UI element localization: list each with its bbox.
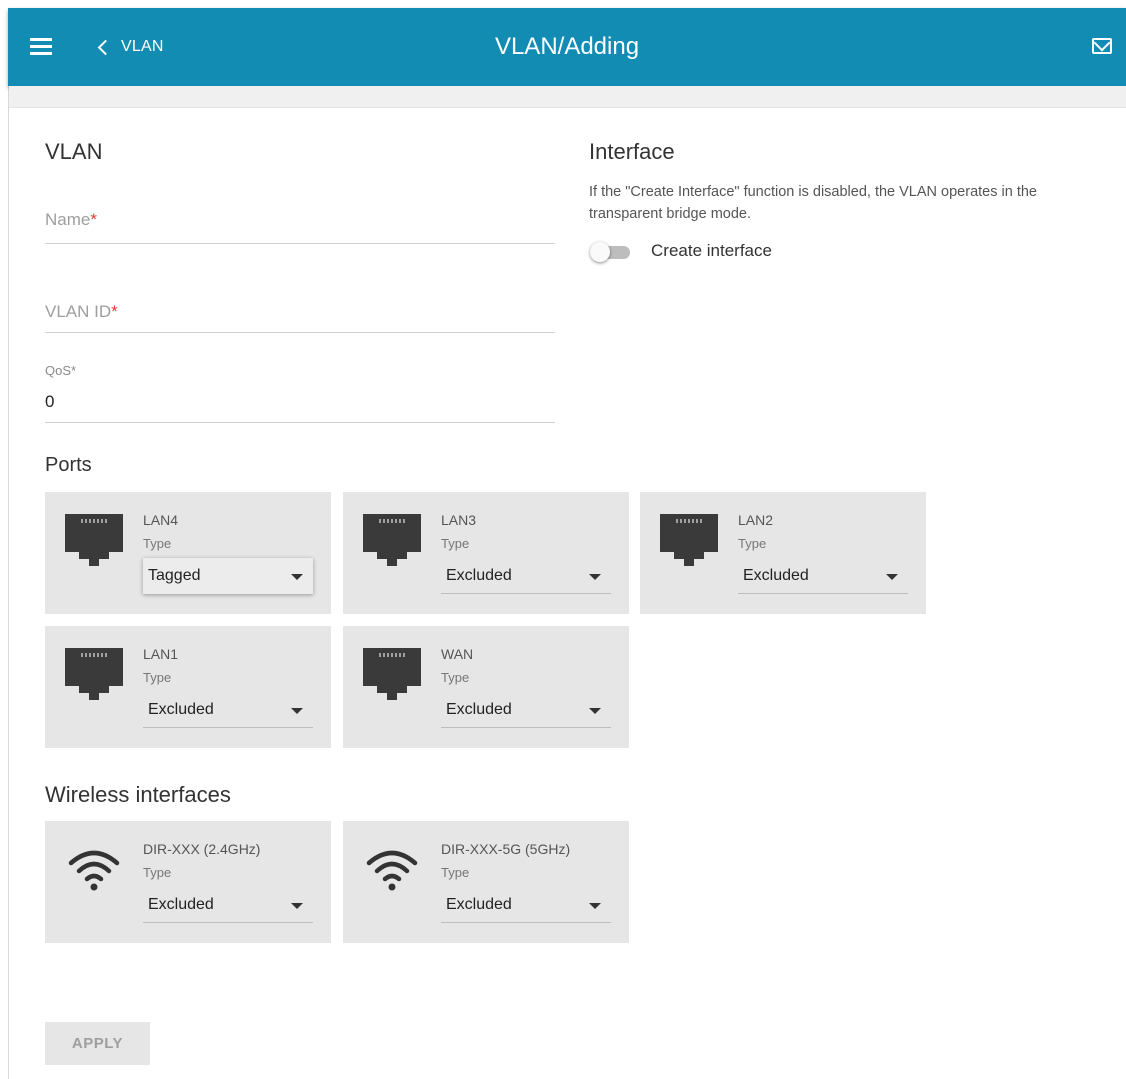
select-value: Excluded — [446, 701, 512, 718]
select-value: Tagged — [148, 567, 201, 584]
vlan-id-field[interactable]: VLAN ID* — [45, 302, 555, 333]
port-type-label: Type — [441, 536, 470, 551]
wireless-type-select[interactable]: Excluded — [441, 887, 611, 923]
port-type-select[interactable]: Excluded — [143, 692, 313, 728]
wireless-section-title: Wireless interfaces — [45, 782, 231, 807]
header-shadow-strip — [9, 86, 1126, 108]
page-title: VLAN/Adding — [494, 33, 640, 60]
wifi-icon — [68, 850, 120, 891]
port-name: LAN2 — [738, 512, 774, 528]
dropdown-arrow-icon — [589, 903, 601, 909]
select-value: Excluded — [446, 896, 512, 913]
create-interface-toggle[interactable] — [590, 242, 632, 262]
select-value: Excluded — [446, 567, 512, 584]
qos-value: 0 — [45, 392, 55, 411]
name-field[interactable]: Name* — [45, 210, 555, 244]
wireless-type-label: Type — [143, 865, 172, 880]
port-name: WAN — [441, 646, 474, 662]
select-value: Excluded — [148, 701, 214, 718]
name-field-label: Name — [45, 210, 91, 229]
apply-button[interactable]: APPLY — [45, 1022, 150, 1065]
select-value: Excluded — [148, 896, 214, 913]
toggle-knob — [590, 242, 610, 262]
ethernet-port-icon — [65, 514, 123, 566]
vlan-section-title: VLAN — [45, 139, 103, 164]
dropdown-arrow-icon — [886, 574, 898, 580]
interface-section-title: Interface — [589, 139, 675, 164]
qos-field-label: QoS — [45, 363, 72, 378]
port-card-lan2: LAN2 Type Excluded — [640, 492, 926, 614]
ethernet-port-icon — [65, 648, 123, 700]
port-type-label: Type — [143, 536, 172, 551]
required-mark: * — [71, 363, 77, 378]
wireless-type-select[interactable]: Excluded — [143, 887, 313, 923]
ethernet-port-icon — [363, 648, 421, 700]
dropdown-arrow-icon — [589, 708, 601, 714]
port-type-label: Type — [143, 670, 172, 685]
port-type-label: Type — [738, 536, 767, 551]
port-type-select[interactable]: Excluded — [441, 558, 611, 594]
dropdown-arrow-icon — [291, 574, 303, 580]
wireless-card-2-4ghz: DIR-XXX (2.4GHz) Type Excluded — [45, 821, 331, 943]
ports-section-title: Ports — [45, 454, 92, 476]
select-value: Excluded — [743, 567, 809, 584]
wireless-name: DIR-XXX (2.4GHz) — [143, 841, 261, 857]
interface-description: If the "Create Interface" function is di… — [589, 184, 1037, 222]
required-mark: * — [90, 210, 97, 229]
port-card-wan: WAN Type Excluded — [343, 626, 629, 748]
port-card-lan3: LAN3 Type Excluded — [343, 492, 629, 614]
port-type-select[interactable]: Excluded — [738, 558, 908, 594]
mail-icon[interactable] — [1092, 38, 1112, 54]
wireless-name: DIR-XXX-5G (5GHz) — [441, 841, 571, 857]
port-name: LAN4 — [143, 512, 179, 528]
dropdown-arrow-icon — [291, 903, 303, 909]
port-name: LAN3 — [441, 512, 477, 528]
qos-field[interactable]: QoS* 0 — [45, 362, 555, 423]
vlan-id-field-label: VLAN ID — [45, 302, 112, 321]
port-type-label: Type — [441, 670, 470, 685]
port-type-select[interactable]: Tagged — [143, 558, 313, 594]
port-type-select[interactable]: Excluded — [441, 692, 611, 728]
port-card-lan4: LAN4 Type Tagged — [45, 492, 331, 614]
wifi-icon — [366, 850, 418, 891]
port-card-lan1: LAN1 Type Excluded — [45, 626, 331, 748]
wireless-type-label: Type — [441, 865, 470, 880]
dropdown-arrow-icon — [589, 574, 601, 580]
wireless-card-5ghz: DIR-XXX-5G (5GHz) Type Excluded — [343, 821, 629, 943]
ethernet-port-icon — [363, 514, 421, 566]
top-bar: VLAN VLAN/Adding — [8, 8, 1126, 86]
port-name: LAN1 — [143, 646, 179, 662]
create-interface-label: Create interface — [651, 241, 772, 260]
ethernet-port-icon — [660, 514, 718, 566]
dropdown-arrow-icon — [291, 708, 303, 714]
required-mark: * — [111, 302, 118, 321]
